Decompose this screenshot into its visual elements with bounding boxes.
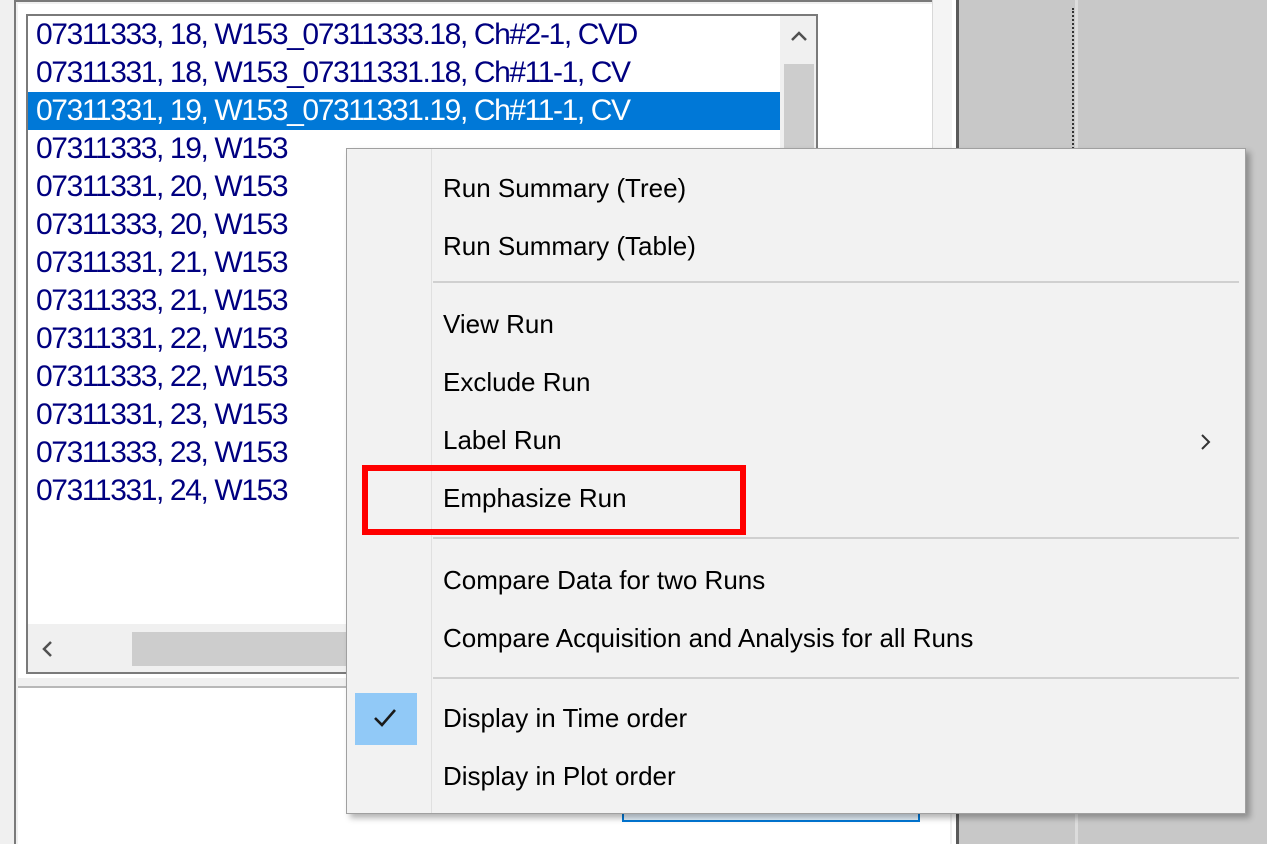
menu-item-label: Compare Acquisition and Analysis for all… [443, 623, 974, 653]
menu-item-label: Display in Plot order [443, 761, 676, 791]
list-item[interactable]: 07311333, 18, W153_07311333.18, Ch#2-1, … [28, 16, 780, 54]
menu-item-label-run[interactable]: Label Run [347, 411, 1245, 469]
menu-separator [433, 281, 1239, 283]
menu-item-label: Display in Time order [443, 703, 688, 733]
menu-item-run-summary-tree[interactable]: Run Summary (Tree) [347, 159, 1245, 217]
checkmark-highlight [355, 693, 417, 745]
menu-item-exclude-run[interactable]: Exclude Run [347, 353, 1245, 411]
menu-item-compare-all-runs[interactable]: Compare Acquisition and Analysis for all… [347, 609, 1245, 667]
vertical-scroll-thumb[interactable] [784, 64, 814, 150]
list-item[interactable]: 07311331, 18, W153_07311331.18, Ch#11-1,… [28, 54, 780, 92]
chevron-left-icon[interactable] [28, 624, 66, 672]
panel-border [14, 0, 16, 844]
panel-border-top [14, 0, 952, 2]
menu-item-label: Label Run [443, 425, 562, 455]
menu-item-display-plot-order[interactable]: Display in Plot order [347, 747, 1245, 805]
menu-item-compare-two-runs[interactable]: Compare Data for two Runs [347, 551, 1245, 609]
menu-item-label: Run Summary (Tree) [443, 173, 687, 203]
list-item[interactable]: 07311331, 19, W153_07311331.19, Ch#11-1,… [28, 92, 780, 130]
menu-separator [433, 537, 1239, 539]
annotation-highlight-box [362, 465, 746, 535]
menu-item-run-summary-table[interactable]: Run Summary (Table) [347, 217, 1245, 275]
checkmark-icon [374, 709, 396, 727]
horizontal-scroll-thumb[interactable] [132, 632, 362, 666]
chevron-right-icon [1199, 411, 1211, 469]
chevron-up-icon[interactable] [780, 16, 816, 54]
menu-item-view-run[interactable]: View Run [347, 295, 1245, 353]
menu-item-label: View Run [443, 309, 554, 339]
menu-item-label: Compare Data for two Runs [443, 565, 766, 595]
menu-item-label: Run Summary (Table) [443, 231, 696, 261]
splitter-handle[interactable] [1072, 8, 1074, 168]
menu-item-label: Exclude Run [443, 367, 591, 397]
menu-item-display-time-order[interactable]: Display in Time order [347, 689, 1245, 747]
menu-separator [433, 677, 1239, 679]
